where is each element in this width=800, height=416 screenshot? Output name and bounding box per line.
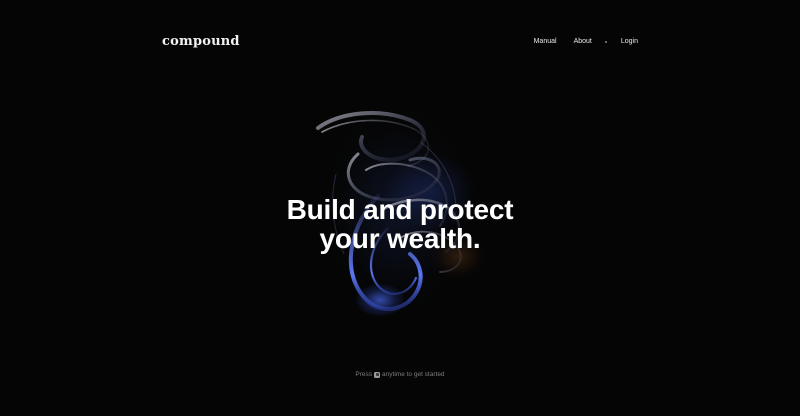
hint-text-press: Press xyxy=(355,371,373,378)
nav-links: Manual About Login xyxy=(534,38,638,45)
nav-link-manual[interactable]: Manual xyxy=(534,38,557,45)
top-navigation: compound Manual About Login xyxy=(0,0,800,90)
hint-text-anytime: anytime to get started xyxy=(382,371,445,378)
hero-headline-line2: your wealth. xyxy=(319,222,481,254)
nav-separator-dot xyxy=(604,41,607,43)
logo[interactable]: compound xyxy=(162,34,240,49)
keyboard-key-icon xyxy=(374,371,381,378)
nav-link-login[interactable]: Login xyxy=(621,38,638,45)
hero-headline: Build and protect your wealth. xyxy=(0,195,800,253)
hero-headline-line1: Build and protect xyxy=(286,193,514,225)
get-started-hint: Press anytime to get started xyxy=(0,371,800,378)
nav-link-about[interactable]: About xyxy=(574,38,592,45)
